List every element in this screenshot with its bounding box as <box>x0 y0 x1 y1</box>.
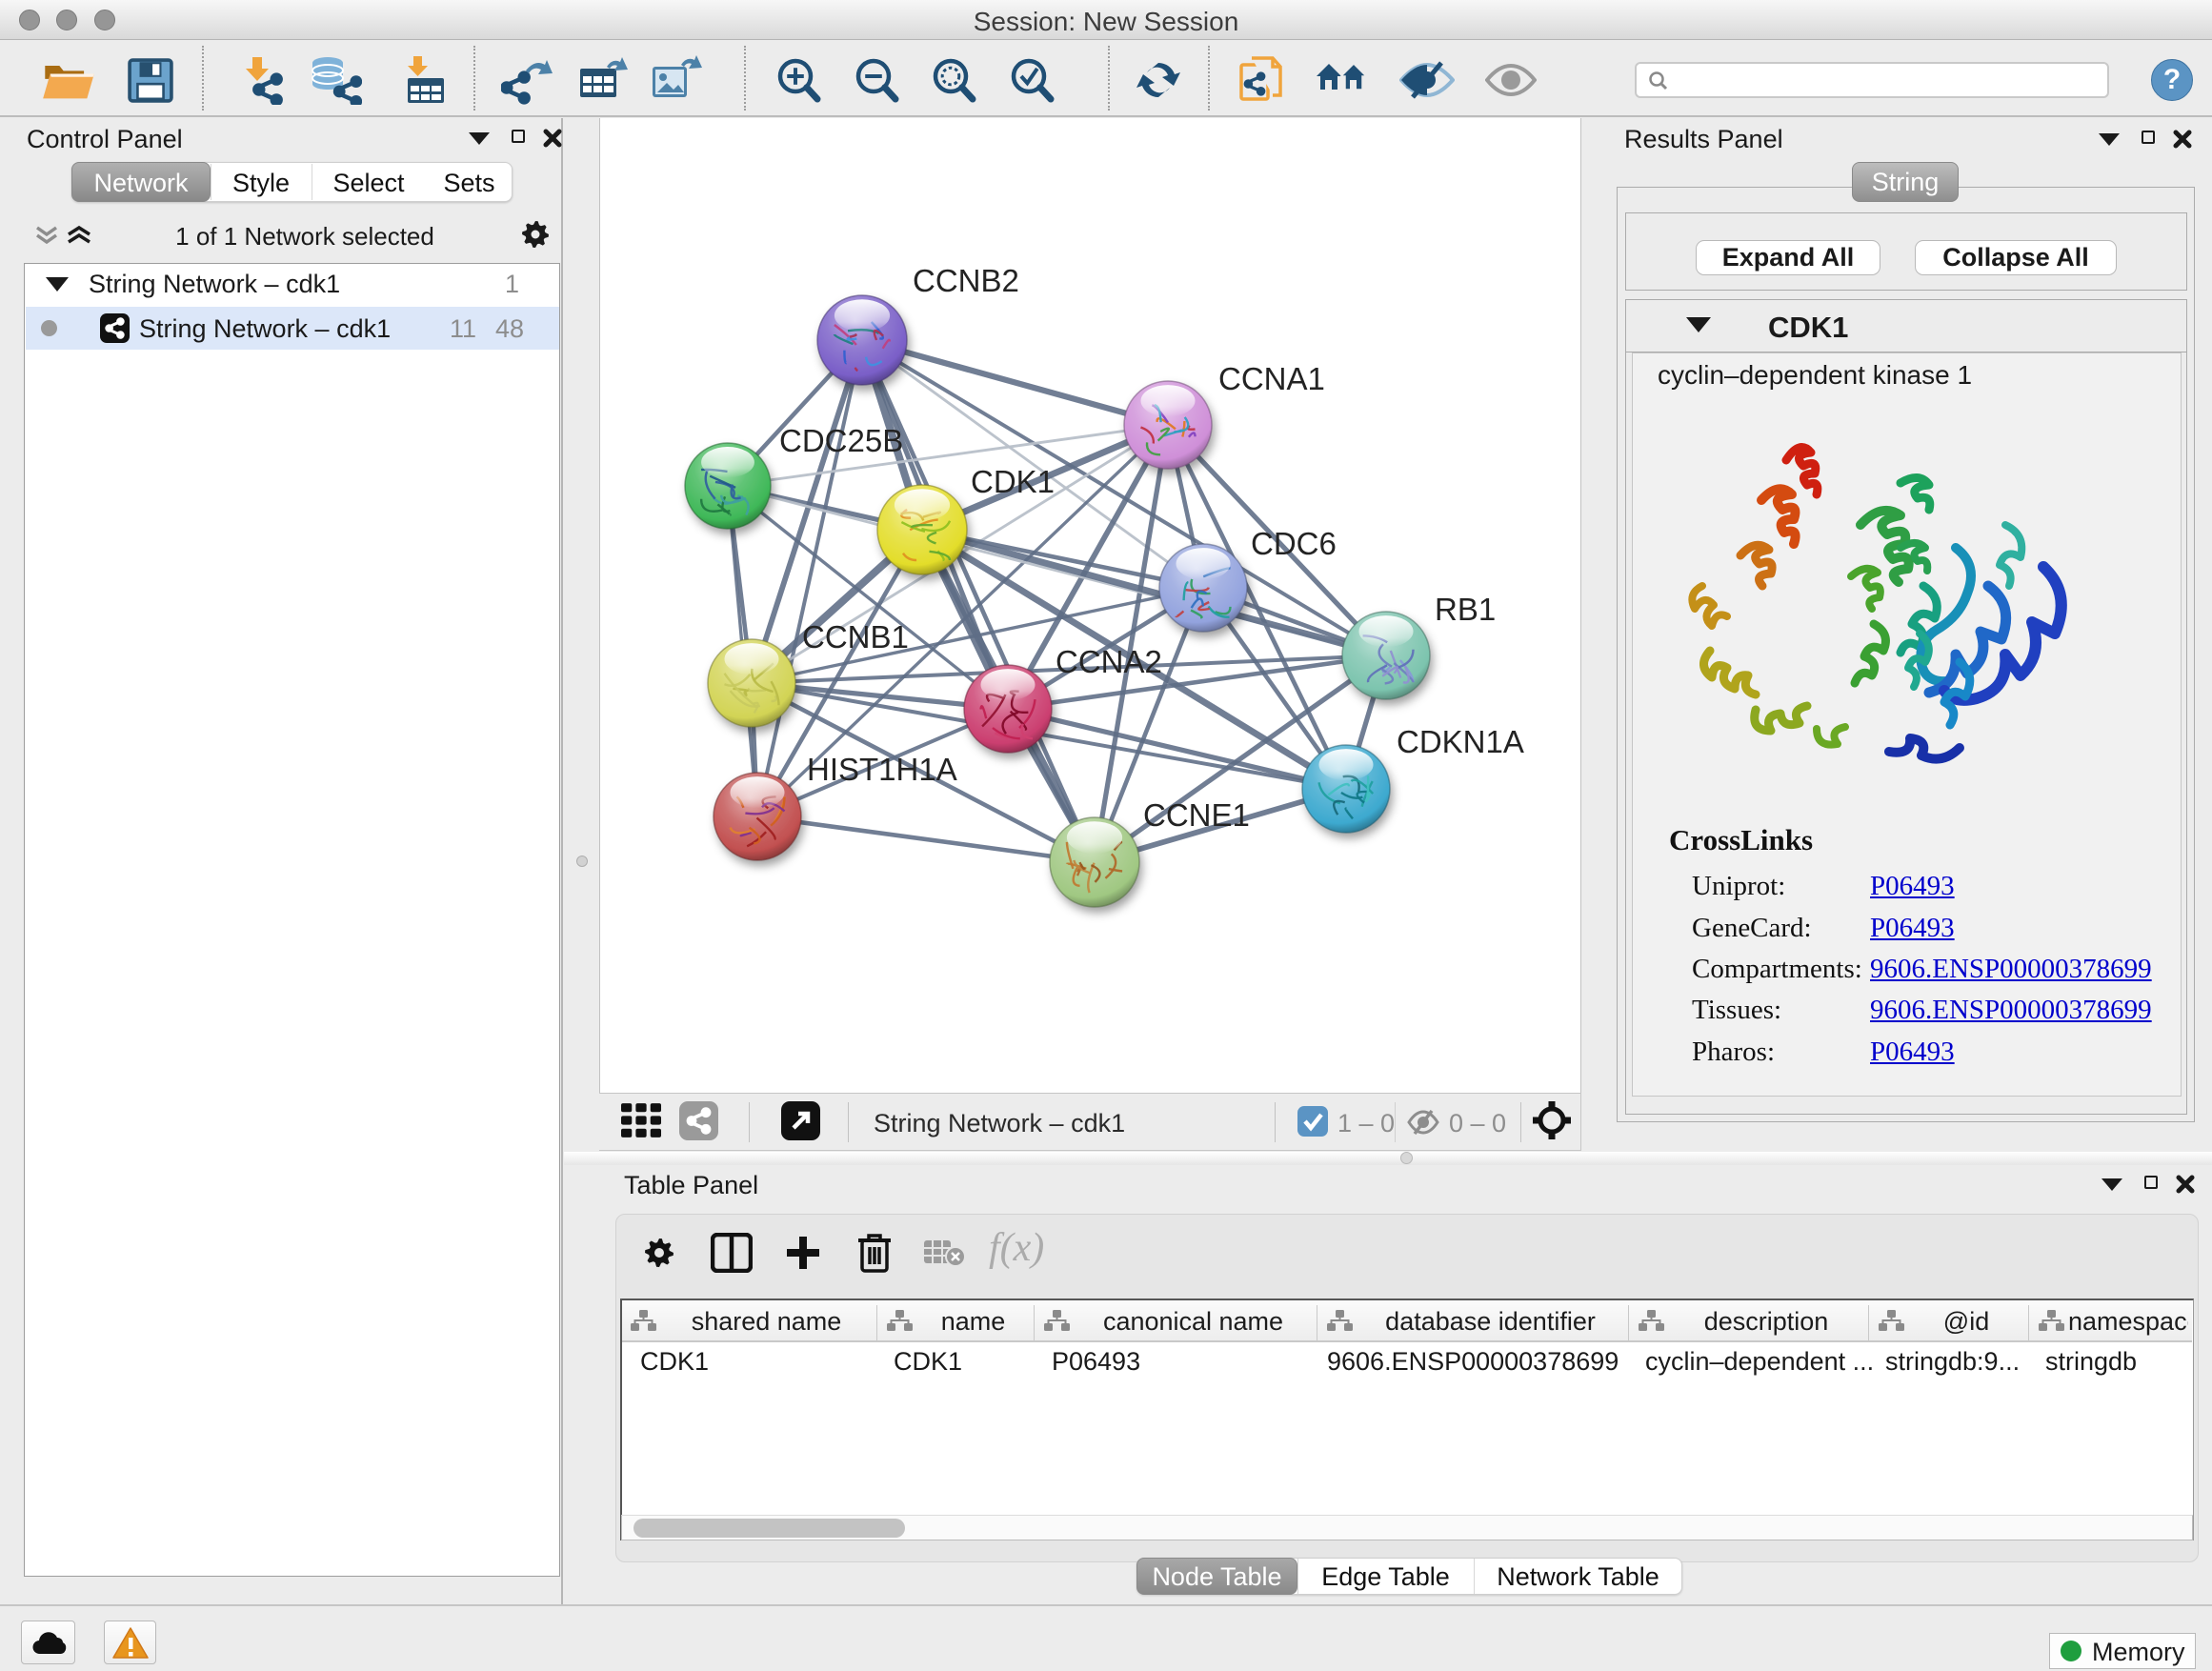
svg-text:CCNE1: CCNE1 <box>1143 797 1250 833</box>
svg-text:CDC25B: CDC25B <box>779 423 903 458</box>
svg-text:RB1: RB1 <box>1435 592 1496 627</box>
svg-text:CCNA2: CCNA2 <box>1056 644 1162 679</box>
svg-text:CCNB2: CCNB2 <box>913 263 1019 298</box>
svg-text:CDK1: CDK1 <box>971 464 1055 499</box>
svg-text:CCNB1: CCNB1 <box>802 619 909 654</box>
svg-text:CCNA1: CCNA1 <box>1218 361 1325 396</box>
svg-text:HIST1H1A: HIST1H1A <box>807 752 957 787</box>
svg-text:CDC6: CDC6 <box>1251 526 1337 561</box>
svg-text:CDKN1A: CDKN1A <box>1397 724 1524 759</box>
